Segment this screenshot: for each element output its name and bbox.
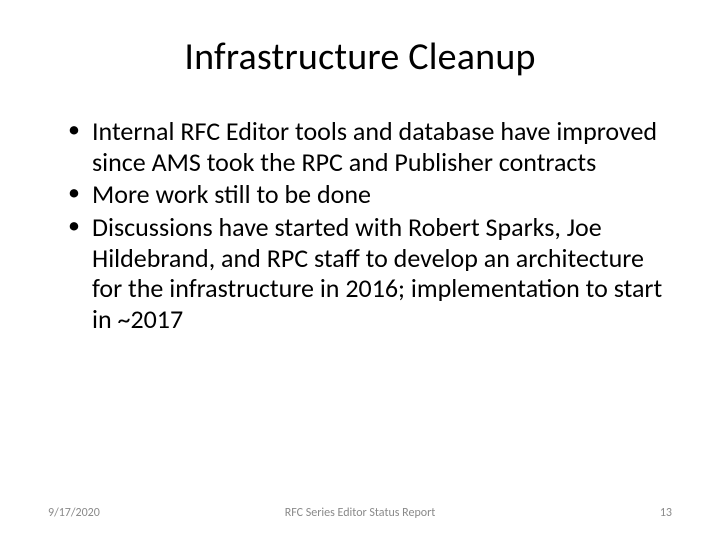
footer-center: RFC Series Editor Status Report xyxy=(285,506,436,520)
footer-page-number: 13 xyxy=(660,506,672,520)
list-item: Internal RFC Editor tools and database h… xyxy=(72,116,672,177)
bullet-list: Internal RFC Editor tools and database h… xyxy=(48,116,672,335)
slide: Infrastructure Cleanup Internal RFC Edit… xyxy=(0,0,720,540)
list-item: Discussions have started with Robert Spa… xyxy=(72,212,672,335)
slide-title: Infrastructure Cleanup xyxy=(48,34,672,80)
footer-date: 9/17/2020 xyxy=(48,506,100,520)
list-item: More work still to be done xyxy=(72,179,672,210)
slide-footer: 9/17/2020 RFC Series Editor Status Repor… xyxy=(0,506,720,520)
